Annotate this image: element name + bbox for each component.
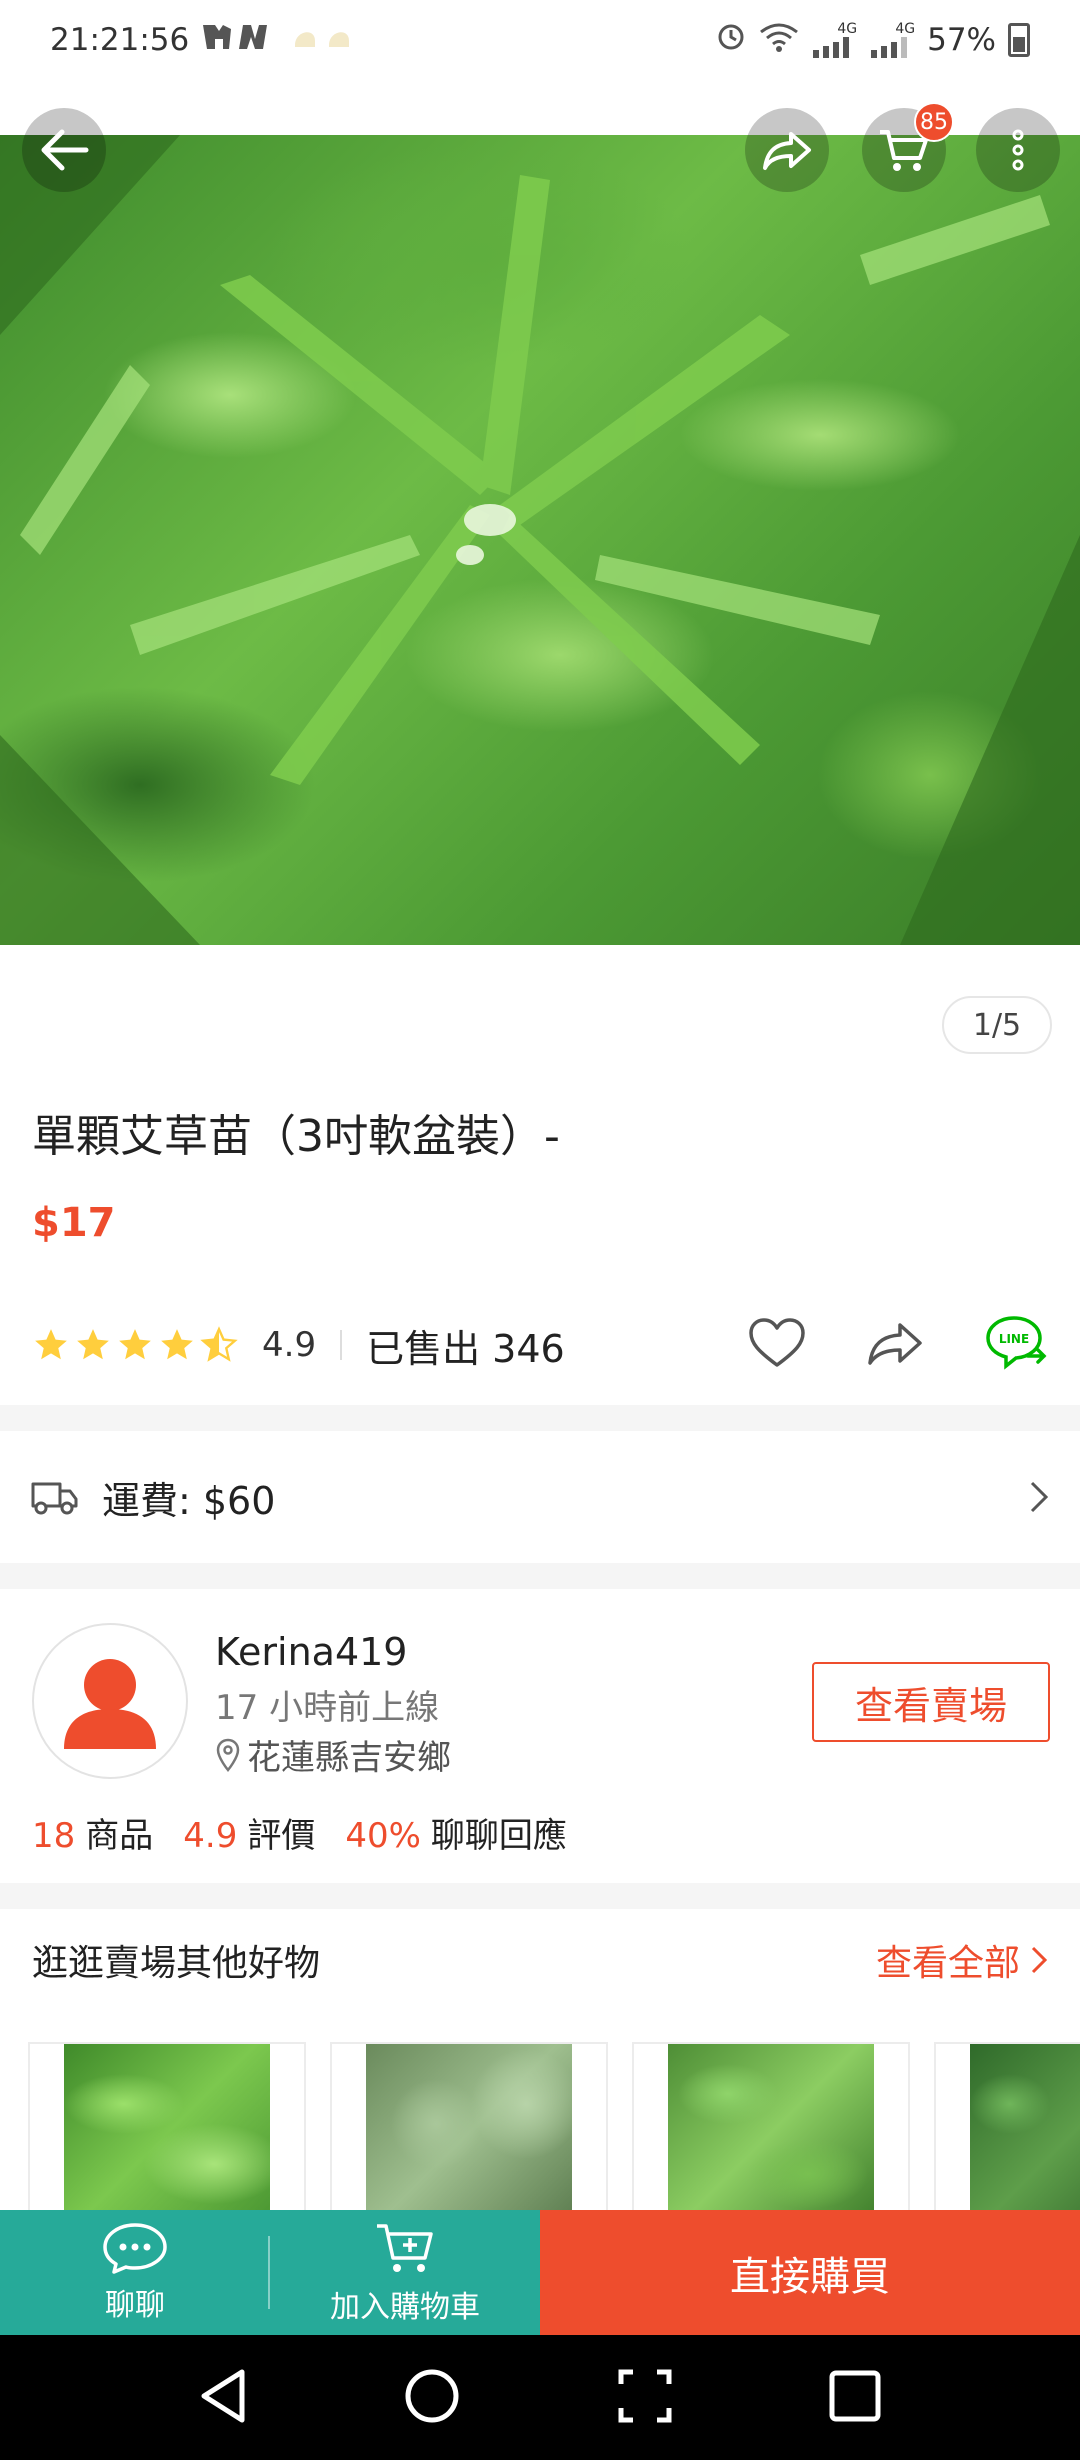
favorite-button[interactable] <box>748 1317 806 1373</box>
view-shop-button[interactable]: 查看賣場 <box>812 1662 1050 1742</box>
nav-home-button[interactable] <box>403 2367 461 2429</box>
signal-icon-2: 4G <box>869 22 915 58</box>
shop-name: Kerina419 <box>215 1630 408 1674</box>
status-bar: 21:21:56 4G 4G 57% <box>0 0 1080 80</box>
shop-section: Kerina419 17 小時前上線 花蓮縣吉安鄉 查看賣場 18 商品 4.9 評… <box>0 1590 1080 1880</box>
section-divider <box>0 1563 1080 1589</box>
section-divider <box>0 1405 1080 1431</box>
svg-text:LINE: LINE <box>999 1332 1029 1346</box>
cart-button[interactable]: 85 <box>862 102 954 192</box>
more-from-shop-header: 逛逛賣場其他好物 查看全部 <box>0 1910 1080 2010</box>
divider <box>340 1330 343 1360</box>
sold-count: 已售出 346 <box>366 1326 565 1371</box>
person-icon <box>64 1659 156 1749</box>
square-recents-icon <box>829 2370 881 2421</box>
cart-count-badge: 85 <box>914 102 954 142</box>
line-share-button[interactable]: LINE <box>984 1314 1050 1376</box>
triangle-back-icon <box>201 2369 245 2422</box>
network-type-label: 4G <box>895 21 916 37</box>
rating-value: 4.9 <box>262 1325 317 1365</box>
view-all-label: 查看全部 <box>875 1943 1020 1984</box>
location-pin-icon <box>216 1738 240 1772</box>
related-product-card[interactable] <box>330 2042 608 2212</box>
status-time: 21:21:56 <box>50 22 190 58</box>
line-icon: LINE <box>986 1316 1047 1370</box>
related-product-image <box>970 2044 1080 2212</box>
product-price: $17 <box>32 1200 116 1246</box>
related-product-image <box>64 2044 270 2212</box>
share-product-button[interactable] <box>866 1319 924 1371</box>
app-notification-icon <box>289 21 359 59</box>
system-navigation-bar <box>0 2335 1080 2460</box>
rating-stars <box>32 1326 238 1364</box>
stat-rating: 4.9 評價 <box>183 1816 316 1856</box>
nav-recents-button[interactable] <box>828 2369 882 2427</box>
chevron-right-icon <box>1030 1481 1049 1513</box>
related-product-card[interactable] <box>934 2042 1080 2212</box>
chat-bubble-icon <box>103 2222 167 2274</box>
network-type-label: 4G <box>837 21 858 37</box>
share-icon <box>763 132 811 170</box>
buy-now-button[interactable]: 直接購買 <box>540 2210 1080 2335</box>
shipping-row[interactable]: 運費: $60 <box>0 1432 1080 1562</box>
nav-back-button[interactable] <box>198 2368 248 2428</box>
add-to-cart-label: 加入購物車 <box>330 2289 480 2325</box>
product-image[interactable] <box>0 135 1080 945</box>
alarm-icon <box>715 20 747 60</box>
add-to-cart-icon <box>377 2223 433 2272</box>
rating-row: 4.9 已售出 346 LINE <box>32 1310 1050 1380</box>
related-product-image <box>668 2044 874 2212</box>
view-all-link[interactable]: 查看全部 <box>876 1934 1048 1986</box>
chat-label: 聊聊 <box>105 2287 165 2323</box>
capture-icon <box>618 2369 672 2422</box>
shop-stats: 18 商品 4.9 評價 40% 聊聊回應 <box>32 1808 567 1857</box>
nav-screenshot-button[interactable] <box>617 2368 673 2428</box>
stat-chat-response: 40% 聊聊回應 <box>345 1816 567 1856</box>
more-options-button[interactable] <box>976 108 1060 192</box>
shop-location: 花蓮縣吉安鄉 <box>215 1730 451 1779</box>
related-products-carousel[interactable] <box>28 2042 1080 2212</box>
star-icon <box>77 1329 109 1360</box>
more-from-shop-title: 逛逛賣場其他好物 <box>32 1943 321 1984</box>
shop-location-text: 花蓮縣吉安鄉 <box>247 1738 451 1778</box>
bottom-action-bar: 聊聊 加入購物車 直接購買 <box>0 2210 1080 2335</box>
related-product-card[interactable] <box>28 2042 306 2212</box>
shop-last-online: 17 小時前上線 <box>215 1688 440 1728</box>
stat-products: 18 商品 <box>32 1816 154 1856</box>
share-button[interactable] <box>745 108 829 192</box>
star-icon <box>119 1329 151 1360</box>
wifi-icon <box>759 20 799 60</box>
battery-percent: 57% <box>927 22 996 58</box>
chevron-right-icon <box>1031 1946 1048 1974</box>
image-page-indicator: 1/5 <box>942 996 1052 1054</box>
heart-icon <box>749 1318 805 1367</box>
add-to-cart-button[interactable]: 加入購物車 <box>270 2210 540 2335</box>
arrow-left-icon <box>41 129 89 171</box>
circle-home-icon <box>405 2369 459 2422</box>
half-star-icon <box>200 1326 238 1362</box>
related-product-card[interactable] <box>632 2042 910 2212</box>
chat-button[interactable]: 聊聊 <box>0 2210 270 2335</box>
star-icon <box>35 1329 67 1360</box>
star-icon <box>161 1329 193 1360</box>
signal-icon-1: 4G <box>811 22 857 58</box>
battery-icon <box>1008 23 1030 57</box>
share-icon <box>868 1323 922 1365</box>
product-title: 單顆艾草苗（3吋軟盆裝）- <box>32 1111 560 1162</box>
notification-icon <box>199 19 279 61</box>
shipping-fee: 運費: $60 <box>102 1478 276 1523</box>
shop-avatar[interactable] <box>32 1623 188 1779</box>
truck-icon <box>31 1482 78 1515</box>
related-product-image <box>366 2044 572 2212</box>
more-vertical-icon <box>1012 129 1024 171</box>
section-divider <box>0 1883 1080 1909</box>
back-button[interactable] <box>22 108 106 192</box>
